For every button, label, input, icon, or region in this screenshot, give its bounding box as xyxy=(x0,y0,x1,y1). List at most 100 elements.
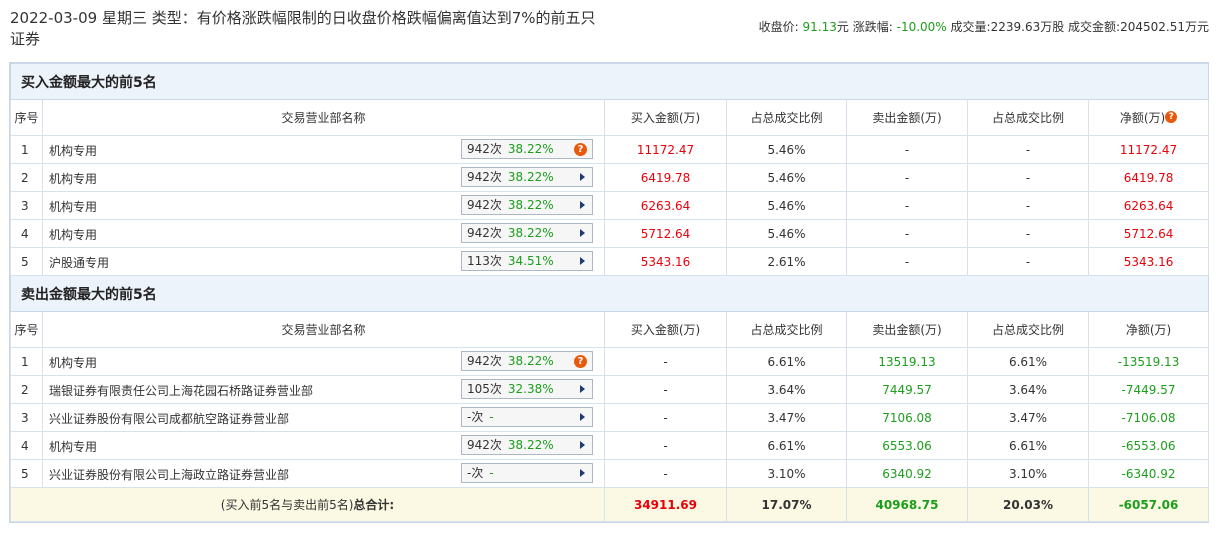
col-sell: 卖出金额(万) xyxy=(846,311,968,348)
buy-ratio: 5.46% xyxy=(726,219,847,248)
total-sell-ratio: 20.03% xyxy=(967,487,1089,522)
dept-count: 942次 xyxy=(467,226,502,240)
dept-name[interactable]: 机构专用 xyxy=(49,354,97,371)
net-amount: -13519.13 xyxy=(1087,347,1210,376)
arrow-right-icon[interactable] xyxy=(580,229,585,237)
table-row: 1 机构专用 942次 38.22%? -6.61% 13519.13 6.61% -1351… xyxy=(10,347,1210,376)
net-amount: 5343.16 xyxy=(1087,247,1210,276)
dept-stats-badge[interactable]: 942次 38.22% xyxy=(461,167,593,187)
col-buy: 买入金额(万) xyxy=(604,99,727,136)
sell-ratio: - xyxy=(967,135,1089,164)
sell-amount: 7106.08 xyxy=(846,403,968,432)
dept-name[interactable]: 兴业证券股份有限公司成都航空路证券营业部 xyxy=(49,410,289,427)
arrow-right-icon[interactable] xyxy=(580,201,585,209)
sell-ratio: - xyxy=(967,191,1089,220)
buy-ratio: 3.64% xyxy=(726,375,847,404)
table-row: 4 机构专用 942次 38.22% -6.61% 6553.06 6.61% -6553.0… xyxy=(10,431,1210,460)
dept-name[interactable]: 机构专用 xyxy=(49,226,97,243)
sell-amount: 7449.57 xyxy=(846,375,968,404)
dept-cell: 兴业证券股份有限公司上海政立路证券营业部 -次 - xyxy=(42,459,605,488)
buy-section-title: 买入金额最大的前5名 xyxy=(9,63,1210,100)
dept-cell: 机构专用 942次 38.22% xyxy=(42,191,605,220)
dept-stats-badge[interactable]: 942次 38.22%? xyxy=(461,139,593,159)
buy-column-headers: 序号 交易营业部名称 买入金额(万) 占总成交比例 卖出金额(万) 占总成交比例… xyxy=(10,99,1210,136)
dept-name[interactable]: 机构专用 xyxy=(49,198,97,215)
arrow-right-icon[interactable] xyxy=(580,413,585,421)
sell-ratio: 3.10% xyxy=(967,459,1089,488)
col-net: 净额(万)? xyxy=(1087,99,1210,136)
col-net: 净额(万) xyxy=(1087,311,1210,348)
dept-win-rate: 32.38% xyxy=(507,382,554,396)
buy-ratio: 2.61% xyxy=(726,247,847,276)
dept-name[interactable]: 兴业证券股份有限公司上海政立路证券营业部 xyxy=(49,466,289,483)
buy-ratio: 6.61% xyxy=(726,347,847,376)
col-buy-ratio: 占总成交比例 xyxy=(726,99,847,136)
trading-table: 买入金额最大的前5名 序号 交易营业部名称 买入金额(万) 占总成交比例 卖出金… xyxy=(9,63,1210,522)
buy-section-header: 买入金额最大的前5名 xyxy=(9,63,1210,100)
change-value: -10.00% xyxy=(896,20,947,34)
buy-amount: - xyxy=(604,347,727,376)
total-net: -6057.06 xyxy=(1087,487,1210,522)
dept-name[interactable]: 机构专用 xyxy=(49,170,97,187)
buy-ratio: 5.46% xyxy=(726,163,847,192)
col-dept: 交易营业部名称 xyxy=(42,311,605,348)
dept-stats-badge[interactable]: 942次 38.22%? xyxy=(461,351,593,371)
buy-amount: - xyxy=(604,403,727,432)
table-row: 1 机构专用 942次 38.22%? 11172.47 5.46% - -11172.47 xyxy=(10,135,1210,164)
close-unit: 元 xyxy=(836,20,849,34)
sell-ratio: 3.64% xyxy=(967,375,1089,404)
sell-amount: - xyxy=(846,219,968,248)
table-row: 4 机构专用 942次 38.22% 5712.64 5.46% - -5712.64 xyxy=(10,219,1210,248)
total-buy-ratio: 17.07% xyxy=(726,487,847,522)
table-row: 2 机构专用 942次 38.22% 6419.78 5.46% - -6419.78 xyxy=(10,163,1210,192)
dept-win-rate: - xyxy=(489,410,494,424)
total-buy: 34911.69 xyxy=(604,487,727,522)
dept-stats-badge[interactable]: -次 - xyxy=(461,407,593,427)
sell-ratio: - xyxy=(967,163,1089,192)
arrow-right-icon[interactable] xyxy=(580,257,585,265)
dept-stats-badge[interactable]: 113次 34.51% xyxy=(461,251,593,271)
dept-name[interactable]: 沪股通专用 xyxy=(49,254,109,271)
question-icon[interactable]: ? xyxy=(574,143,587,156)
buy-amount: 5343.16 xyxy=(604,247,727,276)
dept-stats-badge[interactable]: -次 - xyxy=(461,463,593,483)
total-label-bold: 总合计: xyxy=(353,498,395,512)
arrow-right-icon[interactable] xyxy=(580,173,585,181)
arrow-right-icon[interactable] xyxy=(580,385,585,393)
sell-ratio: 3.47% xyxy=(967,403,1089,432)
dept-stats-badge[interactable]: 942次 38.22% xyxy=(461,195,593,215)
dept-cell: 兴业证券股份有限公司成都航空路证券营业部 -次 - xyxy=(42,403,605,432)
net-amount: -7449.57 xyxy=(1087,375,1210,404)
dept-cell: 机构专用 942次 38.22%? xyxy=(42,135,605,164)
sell-section: 卖出金额最大的前5名 序号 交易营业部名称 买入金额(万) 占总成交比例 卖出金… xyxy=(9,275,1210,488)
page-title: 2022-03-09 星期三 类型：有价格涨跌幅限制的日收盘价格跌幅偏离值达到7… xyxy=(10,9,596,48)
buy-amount: - xyxy=(604,459,727,488)
dept-name[interactable]: 机构专用 xyxy=(49,142,97,159)
net-amount: 6263.64 xyxy=(1087,191,1210,220)
buy-amount: 11172.47 xyxy=(604,135,727,164)
arrow-right-icon[interactable] xyxy=(580,469,585,477)
dept-cell: 机构专用 942次 38.22% xyxy=(42,163,605,192)
dept-stats-badge[interactable]: 105次 32.38% xyxy=(461,379,593,399)
dept-name[interactable]: 机构专用 xyxy=(49,438,97,455)
dept-count: 942次 xyxy=(467,354,502,368)
dept-stats-badge[interactable]: 942次 38.22% xyxy=(461,223,593,243)
dept-count: 942次 xyxy=(467,438,502,452)
buy-amount: 6419.78 xyxy=(604,163,727,192)
sell-ratio: 6.61% xyxy=(967,347,1089,376)
question-icon[interactable]: ? xyxy=(574,355,587,368)
arrow-right-icon[interactable] xyxy=(580,441,585,449)
question-icon[interactable]: ? xyxy=(1165,111,1178,123)
table-row: 2 瑞银证券有限责任公司上海花园石桥路证券营业部 105次 32.38% -3.64% 7… xyxy=(10,375,1210,404)
dept-count: -次 xyxy=(467,466,484,480)
net-amount: 5712.64 xyxy=(1087,219,1210,248)
dept-stats-badge[interactable]: 942次 38.22% xyxy=(461,435,593,455)
buy-ratio: 3.10% xyxy=(726,459,847,488)
row-index: 4 xyxy=(10,219,43,248)
sell-amount: - xyxy=(846,135,968,164)
dept-win-rate: 38.22% xyxy=(507,226,554,240)
buy-ratio: 5.46% xyxy=(726,135,847,164)
dept-name[interactable]: 瑞银证券有限责任公司上海花园石桥路证券营业部 xyxy=(49,382,313,399)
dept-cell: 沪股通专用 113次 34.51% xyxy=(42,247,605,276)
table-row: 3 兴业证券股份有限公司成都航空路证券营业部 -次 - -3.47% 7106.08 3.4… xyxy=(10,403,1210,432)
